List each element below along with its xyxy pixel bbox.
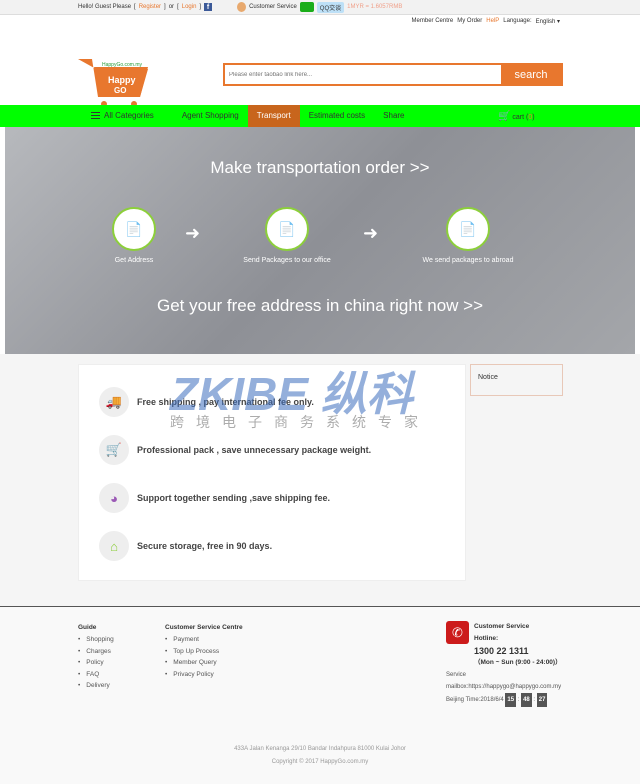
member-centre-link[interactable]: Member Centre xyxy=(412,18,454,25)
qq-chat-button[interactable]: QQ交谈 xyxy=(316,1,345,13)
document-icon: 📄 xyxy=(265,207,309,251)
banner-title[interactable]: Make transportation order >> xyxy=(5,158,635,178)
footer-link[interactable]: Charges xyxy=(78,646,114,658)
search-input[interactable] xyxy=(225,65,501,84)
phone-icon: ✆ xyxy=(446,621,469,644)
cart-icon: 🛒 xyxy=(99,435,129,465)
step-send-packages: 📄 Send Packages to our office xyxy=(217,207,357,264)
customer-service-info: ✆ Customer Service Hotline: 1300 22 1311 … xyxy=(446,621,586,707)
arrow-icon: ➜ xyxy=(185,223,201,243)
footer-link[interactable]: Payment xyxy=(165,634,243,646)
footer-link[interactable]: Member Query xyxy=(165,657,243,669)
header: Member Centre My Order HelP Language: En… xyxy=(0,15,640,107)
footer-link[interactable]: Delivery xyxy=(78,680,114,692)
language-label: Language: xyxy=(503,18,532,24)
greeting: Hello! Guest Please xyxy=(78,4,132,10)
footer-link[interactable]: Shopping xyxy=(78,634,113,646)
footer-link[interactable]: Privacy Policy xyxy=(165,669,243,681)
house-icon: ⌂ xyxy=(99,531,129,561)
wechat-icon[interactable] xyxy=(299,2,314,12)
transport-banner[interactable]: Make transportation order >> 📄 Get Addres… xyxy=(5,127,635,354)
facebook-icon[interactable]: f xyxy=(204,3,213,11)
notice-box[interactable]: Notice xyxy=(470,364,563,396)
top-bar: Hello! Guest Please [Register] or [Login… xyxy=(0,0,640,15)
nav-share[interactable]: Share xyxy=(374,105,413,127)
search-button[interactable]: search xyxy=(501,65,561,84)
menu-icon xyxy=(91,112,100,120)
exchange-rate: 1MYR = 1.6057RMB xyxy=(347,4,403,10)
step-send-abroad: 📄 We send packages to abroad xyxy=(398,207,538,264)
feature-item: 🛒 Professional pack , save unnecessary pa… xyxy=(99,435,371,465)
customer-service-link[interactable]: Customer Service xyxy=(249,4,297,10)
pie-chart-icon: ◕ xyxy=(99,483,129,513)
nav-estimated-costs[interactable]: Estimated costs xyxy=(300,105,374,127)
footer-link[interactable]: FAQ xyxy=(78,669,114,681)
cart-link[interactable]: 🛒 cart (0) xyxy=(498,111,535,122)
all-categories-menu[interactable]: All Categories xyxy=(82,105,163,127)
footer-link[interactable]: Top Up Process xyxy=(165,646,243,658)
arrow-icon: ➜ xyxy=(363,223,379,243)
cart-icon: 🛒 xyxy=(498,111,511,122)
login-link[interactable]: Login xyxy=(182,4,197,10)
register-link[interactable]: Register xyxy=(139,4,161,10)
footer-link[interactable]: Policy xyxy=(78,657,114,669)
search-bar: search xyxy=(223,63,563,86)
my-order-link[interactable]: My Order xyxy=(457,18,482,25)
step-get-address: 📄 Get Address xyxy=(64,207,204,264)
features-panel: 🚚 Free shipping , pay international fee o… xyxy=(78,364,466,581)
feature-item: 🚚 Free shipping , pay international fee o… xyxy=(99,387,314,417)
svg-text:HappyGo.com.my: HappyGo.com.my xyxy=(102,62,143,68)
language-select[interactable]: English ▾ xyxy=(536,18,560,25)
happygo-logo[interactable]: HappyGo.com.my Happy GO xyxy=(78,57,150,107)
main-nav: All Categories Agent Shopping Transport … xyxy=(0,105,640,127)
help-link[interactable]: HelP xyxy=(486,18,499,25)
customer-service-icon xyxy=(237,2,247,12)
nav-agent-shopping[interactable]: Agent Shopping xyxy=(173,105,248,127)
truck-icon: 🚚 xyxy=(99,387,129,417)
document-icon: 📄 xyxy=(112,207,156,251)
feature-item: ⌂ Secure storage, free in 90 days. xyxy=(99,531,272,561)
document-icon: 📄 xyxy=(446,207,490,251)
footer: Guide Shopping Charges Policy FAQ Delive… xyxy=(0,606,640,784)
nav-transport[interactable]: Transport xyxy=(247,105,300,127)
svg-text:GO: GO xyxy=(114,86,126,95)
feature-item: ◕ Support together sending ,save shipping… xyxy=(99,483,330,513)
banner-subtitle[interactable]: Get your free address in china right now… xyxy=(5,296,635,316)
svg-text:Happy: Happy xyxy=(108,75,136,85)
